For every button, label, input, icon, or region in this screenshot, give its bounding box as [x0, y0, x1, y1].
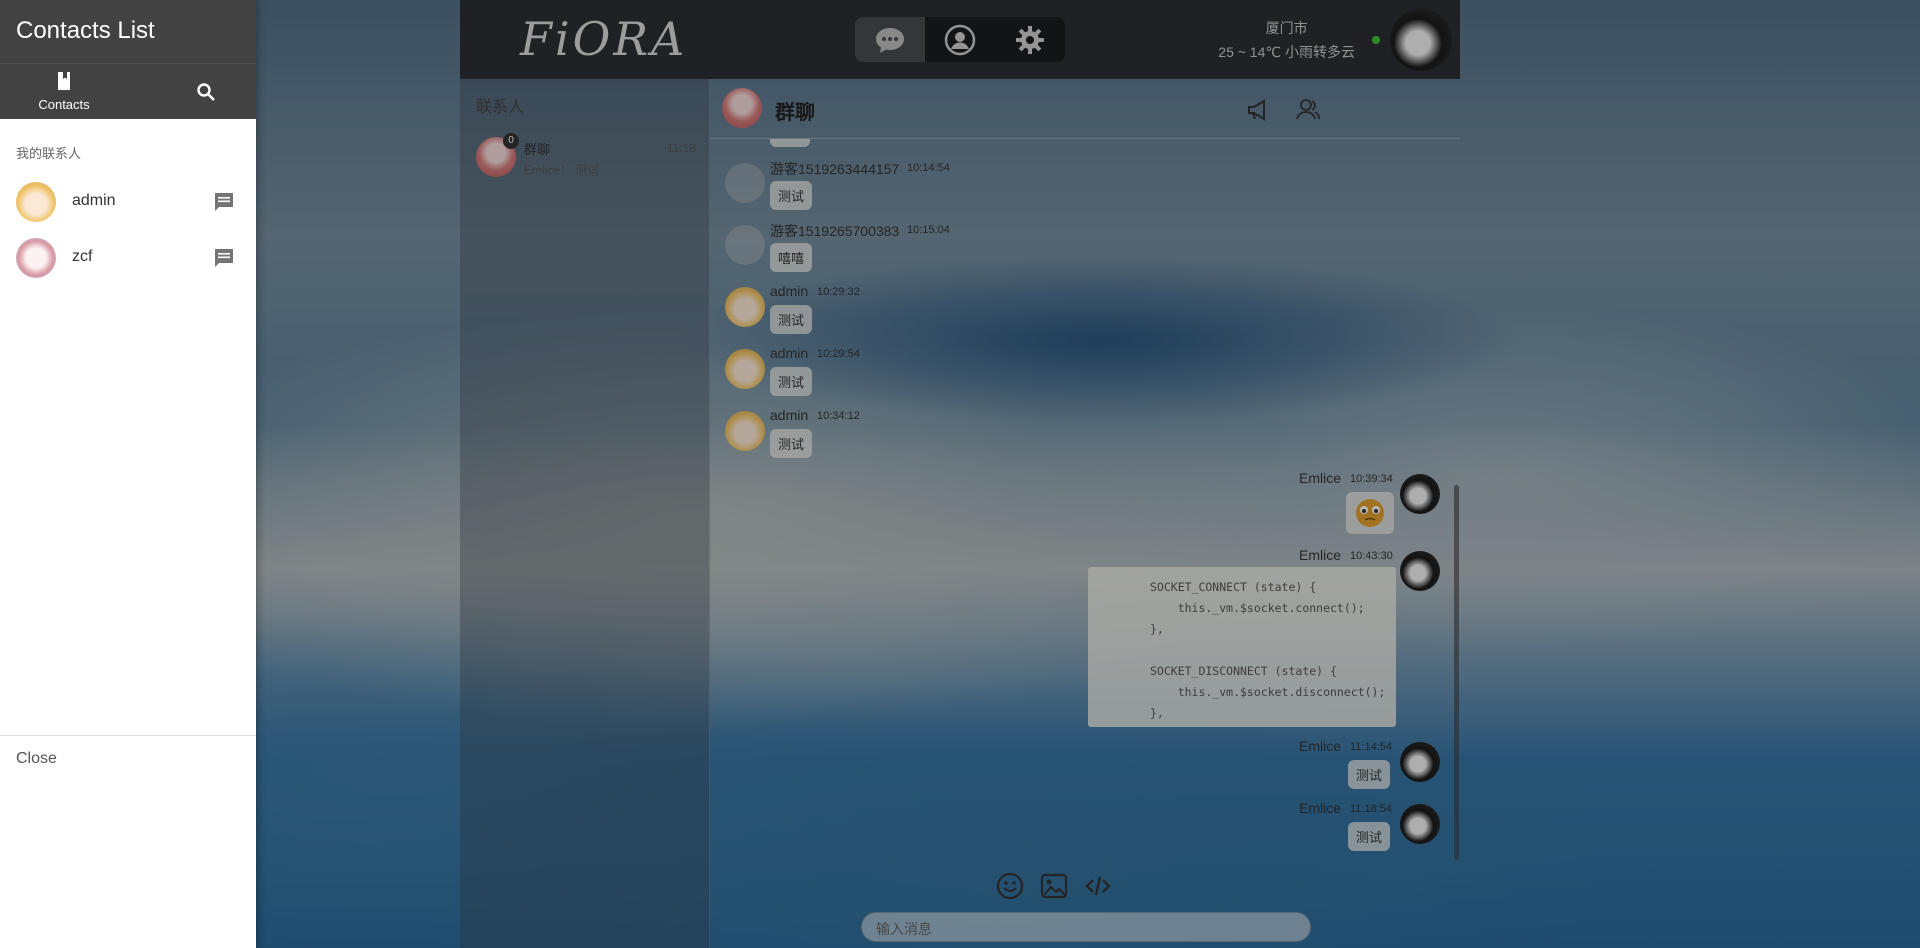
- start-chat-button[interactable]: [212, 190, 236, 214]
- contact-avatar: [16, 182, 56, 222]
- contacts-section-label: 我的联系人: [16, 146, 82, 161]
- drawer-header: Contacts List: [0, 0, 256, 63]
- message-icon: [215, 193, 233, 211]
- message-icon: [215, 249, 233, 267]
- contact-item[interactable]: admin: [0, 174, 256, 230]
- tab-contacts[interactable]: Contacts: [0, 64, 128, 120]
- close-drawer-button[interactable]: Close: [16, 750, 57, 768]
- contact-name: zcf: [72, 248, 93, 265]
- drawer-title: Contacts List: [16, 17, 155, 44]
- book-icon: [58, 72, 70, 90]
- contact-name: admin: [72, 192, 116, 209]
- tab-search[interactable]: [128, 64, 256, 120]
- start-chat-button[interactable]: [212, 246, 236, 270]
- drawer-overlay[interactable]: [0, 0, 1920, 948]
- drawer-tabs: Contacts: [0, 63, 256, 119]
- contact-avatar: [16, 238, 56, 278]
- search-icon: [197, 83, 215, 101]
- contact-item[interactable]: zcf: [0, 230, 256, 286]
- contacts-drawer: Contacts List Contacts 我的联系人 admin zcf C…: [0, 0, 256, 948]
- drawer-divider: [0, 735, 256, 736]
- tab-contacts-label: Contacts: [38, 97, 90, 112]
